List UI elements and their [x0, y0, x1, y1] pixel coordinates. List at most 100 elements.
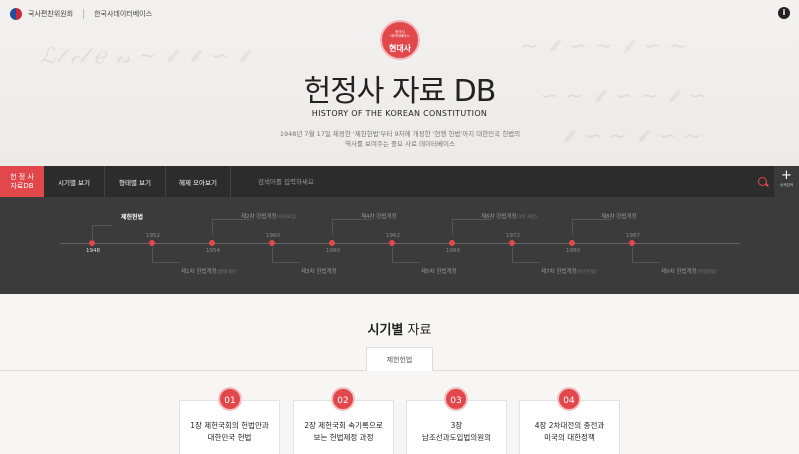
detail-search-button[interactable]: + 상세검색: [774, 166, 799, 197]
timeline-label-amendment-3[interactable]: 제3차 헌법개정: [301, 267, 337, 275]
timeline-year: 1980: [566, 248, 580, 254]
main-nav: 헌 정 사 자료DB 시기별 보기 형태별 보기 헤제 모아보기 + 상세검색: [0, 166, 799, 197]
timeline-dot[interactable]: [509, 240, 515, 246]
section-title: 시기별 자료: [0, 319, 799, 338]
gov-header[interactable]: 국사편찬위원회 한국사데이터베이스: [10, 8, 152, 20]
chapter-title-line: 미국의 대한정책: [544, 433, 595, 442]
background-script-decoration: ∼ ⸙ ∽ ∼ ⸙ ∽ ∼: [520, 34, 688, 59]
chapter-title: 4장 2차대전의 종전과 미국의 대한정책: [520, 420, 619, 444]
chapter-title: 2장 제헌국회 속기록으로 보는 헌법제정 과정: [294, 420, 393, 444]
db-name[interactable]: 한국사데이터베이스: [94, 9, 152, 19]
timeline-label-amendment-7[interactable]: 제7차 헌법개정(유신헌법): [541, 267, 597, 275]
timeline-year: 1948: [86, 248, 100, 254]
search-box: [250, 166, 772, 197]
timeline-label-amendment-2[interactable]: 제2차 헌법개정(사사오입): [241, 212, 297, 220]
chapter-title-line: 2장 제헌국회 속기록으로: [304, 421, 383, 430]
badge-big-text: 현대사: [388, 44, 412, 53]
home-label-2: 자료DB: [10, 182, 34, 190]
badge-small-text: 한국사 데이터베이스: [390, 30, 410, 38]
timeline-label-text: 제헌헌법: [121, 214, 144, 221]
timeline-label-sub: (현행헌법): [696, 270, 717, 275]
timeline-label-text: 제7차 헌법개정: [541, 269, 577, 275]
timeline-connector: [632, 247, 660, 263]
timeline-connector: [212, 219, 252, 235]
timeline-dot[interactable]: [629, 240, 635, 246]
timeline-label-sub: (유신헌법): [576, 270, 597, 275]
timeline-dot[interactable]: [269, 240, 275, 246]
org-name[interactable]: 국사편찬위원회: [28, 9, 73, 19]
timeline-dot[interactable]: [449, 240, 455, 246]
timeline-label-text: 제2차 헌법개정: [241, 214, 277, 220]
timeline-label-text: 제3차 헌법개정: [301, 269, 337, 275]
timeline-label-amendment-4[interactable]: 제4차 헌법개정: [361, 212, 397, 220]
timeline-year: 1960: [326, 248, 340, 254]
timeline-year: 1960: [266, 233, 280, 239]
description-line: 역사를 보여주는 중요 사료 데이터베이스: [345, 140, 455, 148]
chapter-title-line: 4장 2차대전의 종전과: [534, 421, 605, 430]
tab-constitution[interactable]: 제헌헌법: [366, 347, 433, 371]
timeline-connector: [392, 247, 420, 263]
chapter-title-line: 3장: [450, 421, 463, 430]
chapter-number-badge: 04: [557, 387, 581, 411]
chapter-title-line: 대한민국 헌법: [207, 433, 252, 442]
home-button[interactable]: 헌 정 사 자료DB: [0, 166, 44, 197]
government-seal-icon: [10, 8, 22, 20]
chapter-number-badge: 01: [218, 387, 242, 411]
timeline-label-text: 제4차 헌법개정: [361, 214, 397, 220]
timeline-label-sub: (발췌개헌): [216, 270, 237, 275]
search-icon[interactable]: [758, 177, 767, 186]
chapter-title: 3장 남조선과도입법의원의: [407, 420, 506, 444]
modern-history-badge[interactable]: 한국사 데이터베이스 현대사: [380, 20, 420, 60]
timeline-label-text: 제9차 헌법개정: [661, 269, 697, 275]
chapter-title-line: 1장 제헌국회의 헌법안과: [190, 421, 269, 430]
timeline-year: 1987: [626, 233, 640, 239]
plus-icon: +: [781, 168, 792, 183]
info-icon[interactable]: i: [778, 7, 790, 19]
chapter-number-badge: 02: [331, 387, 355, 411]
nav-period-view[interactable]: 시기별 보기: [44, 166, 104, 197]
timeline-year: 1952: [146, 233, 160, 239]
timeline-connector: [452, 219, 492, 235]
home-label-1: 헌 정 사: [10, 173, 34, 181]
timeline-connector: [512, 247, 540, 263]
timeline-label-text: 제1차 헌법개정: [181, 269, 217, 275]
chapter-title-line: 보는 헌법제정 과정: [313, 433, 374, 442]
timeline-label-amendment-1[interactable]: 제1차 헌법개정(발췌개헌): [181, 267, 237, 275]
period-section: 시기별 자료 제헌헌법 1장 제헌국회의 헌법안과 대한민국 헌법 01 2장 …: [0, 294, 799, 454]
timeline-dot[interactable]: [149, 240, 155, 246]
timeline-label-sub: (3선 개헌): [516, 215, 537, 220]
timeline-label-text: 제6차 헌법개정: [481, 214, 517, 220]
timeline-label-sub: (사사오입): [276, 215, 297, 220]
page-title: 헌정사 자료 DB: [303, 74, 497, 109]
timeline-line: [60, 243, 740, 244]
timeline-dot[interactable]: [329, 240, 335, 246]
timeline-label-amendment-5[interactable]: 제5차 헌법개정: [421, 267, 457, 275]
constitution-timeline: 1948 1952 1954 1960 1960 1962 1969 1972 …: [0, 197, 799, 294]
timeline-label-amendment-9[interactable]: 제9차 헌법개정(현행헌법): [661, 267, 717, 275]
timeline-label-text: 제5차 헌법개정: [421, 269, 457, 275]
detail-search-label: 상세검색: [780, 183, 793, 187]
timeline-label-amendment-8[interactable]: 제8차 헌법개정: [601, 212, 637, 220]
timeline-dot[interactable]: [569, 240, 575, 246]
page-description: 1948년 7월 17일 제정한 '제헌헌법'부터 9차에 개정한 '현행 헌법…: [250, 129, 550, 149]
background-script-decoration: ⸙ ∽ ∼ ⸙ ∽ ∼: [560, 124, 702, 149]
timeline-year: 1954: [206, 248, 220, 254]
timeline-label-amendment-6[interactable]: 제6차 헌법개정(3선 개헌): [481, 212, 537, 220]
page-subtitle: HISTORY OF THE KOREAN CONSTITUTION: [311, 109, 488, 118]
hero-section: ℒ𝓉 𝒸𝓁 ℯ 𝓇𝓈 ~ ⸙ ⸙ ∽ ⸙ ∼ ⸙ ∽ ∼ ⸙ ∽ ∼ ∽ ∼ ⸙…: [0, 0, 799, 166]
timeline-connector: [92, 225, 112, 241]
nav-collected-view[interactable]: 헤제 모아보기: [166, 166, 230, 197]
divider: [230, 166, 231, 197]
timeline-dot[interactable]: [209, 240, 215, 246]
timeline-year: 1969: [446, 248, 460, 254]
chapter-title-line: 남조선과도입법의원의: [422, 433, 491, 442]
search-input[interactable]: [250, 166, 772, 197]
chapter-title: 1장 제헌국회의 헌법안과 대한민국 헌법: [180, 420, 279, 444]
timeline-label-constitution[interactable]: 제헌헌법: [121, 212, 143, 221]
nav-type-view[interactable]: 형태별 보기: [105, 166, 165, 197]
description-line: 1948년 7월 17일 제정한 '제헌헌법'부터 9차에 개정한 '현행 헌법…: [279, 130, 521, 138]
section-title-rest: 자료: [403, 323, 432, 338]
timeline-connector: [272, 247, 300, 263]
timeline-dot[interactable]: [389, 240, 395, 246]
timeline-year: 1972: [506, 233, 520, 239]
